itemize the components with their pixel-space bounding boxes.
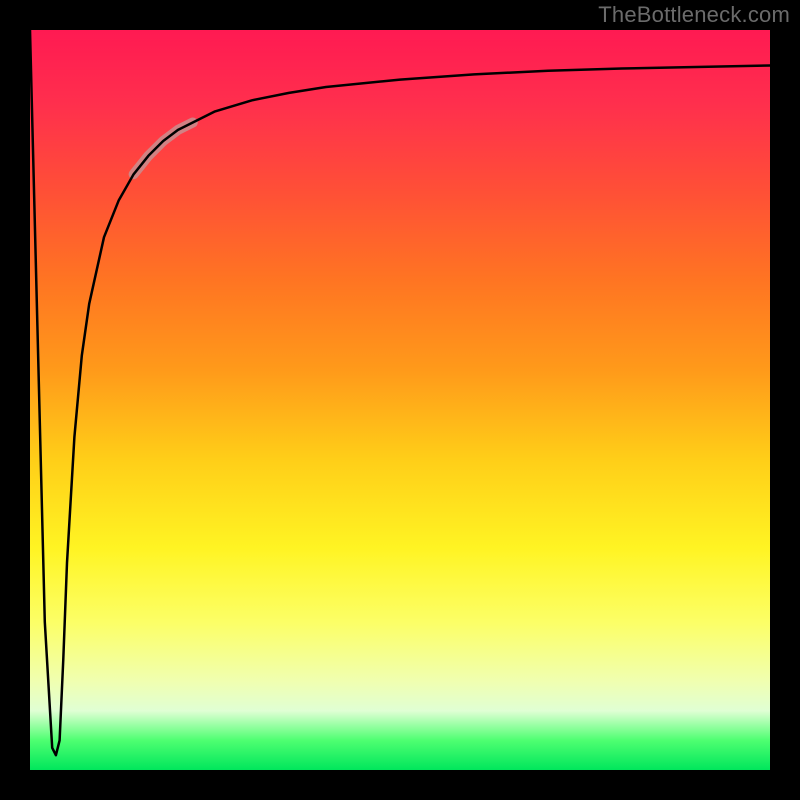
series-bottleneck-curve [30, 30, 770, 755]
series-highlight-segment [134, 123, 193, 175]
watermark-text: TheBottleneck.com [598, 2, 790, 28]
chart-curve-layer [30, 30, 770, 770]
chart-container: TheBottleneck.com [0, 0, 800, 800]
